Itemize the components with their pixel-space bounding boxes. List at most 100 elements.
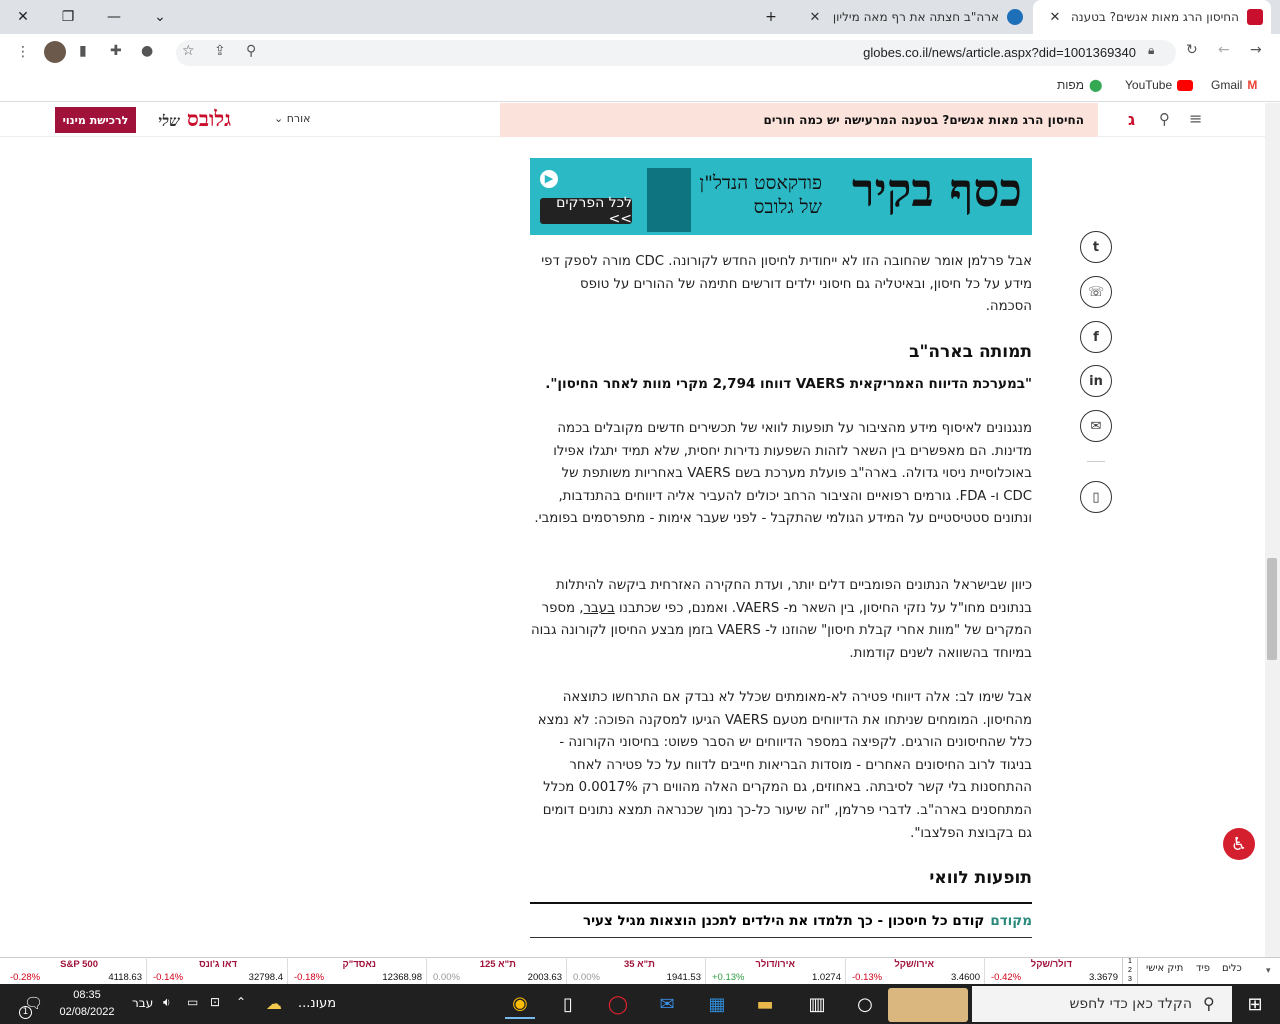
mail-icon[interactable]: ✉ xyxy=(652,989,682,1019)
extensions-icon[interactable]: ✚ xyxy=(110,43,122,59)
bookmark-star-icon[interactable]: ☆ xyxy=(182,43,195,59)
market-value: 4118.63 xyxy=(108,972,142,983)
market-change: -0.13% xyxy=(852,972,883,983)
back-icon[interactable]: → xyxy=(1250,42,1262,58)
related-article-link[interactable]: מקודם קודם כל חיסכון - כך תלמדו את הילדי… xyxy=(530,902,1032,938)
new-tab-icon[interactable]: + xyxy=(748,0,794,34)
bookmark-save-icon[interactable]: ▯ xyxy=(1080,481,1112,513)
market-item[interactable]: S&P 500 -0.28% 4118.63 xyxy=(4,957,146,984)
banner-subtitle: של גלובס xyxy=(753,196,822,218)
logo-tag: שלי xyxy=(158,112,180,130)
minimize-window-icon[interactable]: — xyxy=(91,0,137,34)
microsoft-store-icon[interactable]: ▦ xyxy=(702,989,732,1019)
market-value: 32798.4 xyxy=(248,972,283,983)
volume-icon[interactable]: 🔉︎ xyxy=(163,995,171,1010)
globes-small-logo-icon[interactable]: ג xyxy=(1128,110,1135,129)
tab-close-icon[interactable]: ✕ xyxy=(807,10,823,25)
taskbar-clock[interactable]: 08:35 02/08/2022 xyxy=(55,987,119,1021)
tray-chevron-icon[interactable]: ⌃ xyxy=(236,995,246,1009)
linkedin-share-icon[interactable]: in xyxy=(1080,365,1112,397)
menu-dots-icon[interactable]: ⋮ xyxy=(16,44,30,60)
market-change: 0.00% xyxy=(573,972,600,983)
language-indicator[interactable]: עבר xyxy=(132,996,153,1010)
weather-text[interactable]: מעונ... xyxy=(298,996,336,1011)
maps-icon: ⬤ xyxy=(1088,78,1103,92)
forward-icon: ← xyxy=(1218,42,1230,58)
market-pager[interactable]: 1 2 3 xyxy=(1122,957,1138,984)
subscribe-button[interactable]: לרכישת מינוי xyxy=(55,107,136,133)
side-panel-icon[interactable]: ▮ xyxy=(79,43,87,59)
globes-favicon-icon xyxy=(1247,9,1263,25)
market-value: 2003.63 xyxy=(527,972,562,983)
market-value: 1941.53 xyxy=(666,972,701,983)
tab-search-icon[interactable]: ⌄ xyxy=(137,0,183,34)
weather-icon[interactable]: ☁ xyxy=(266,994,282,1013)
podcast-banner[interactable]: כסף בקיר פודקאסט הנדל"ן של גלובס לכל הפר… xyxy=(530,158,1032,235)
market-item[interactable]: ת"א 35 0.00% 1941.53 xyxy=(566,957,705,984)
pager-item[interactable]: 1 xyxy=(1123,957,1137,966)
twitter-share-icon[interactable]: t xyxy=(1080,231,1112,263)
clock-date: 02/08/2022 xyxy=(59,1006,115,1018)
pager-item[interactable]: 2 xyxy=(1123,966,1137,975)
share-page-icon[interactable]: ⇪ xyxy=(214,43,226,59)
task-view-icon[interactable]: ▥ xyxy=(802,989,832,1019)
network-icon[interactable]: ▭ xyxy=(187,995,198,1009)
tab-usa-vaccine[interactable]: ארה"ב חצתה את רף מאה מיליון ✕ xyxy=(795,0,1031,34)
chrome-icon[interactable]: ◉ xyxy=(505,989,535,1019)
bookmark-maps[interactable]: מפות ⬤ xyxy=(1057,78,1102,92)
accessibility-icon[interactable]: ♿︎ xyxy=(1223,828,1255,860)
market-item[interactable]: דאו ג'ונס -0.14% 32798.4 xyxy=(146,957,287,984)
guest-menu[interactable]: אורח ⌄ xyxy=(274,112,310,125)
globes-logo[interactable]: גלובס שלי xyxy=(158,106,231,132)
lock-icon[interactable]: 🔒︎ xyxy=(1148,43,1154,58)
market-item[interactable]: נאסד"ק -0.18% 12368.98 xyxy=(287,957,426,984)
bookmark-label: Gmail xyxy=(1211,78,1243,92)
extension-icon[interactable]: ● xyxy=(141,43,153,59)
taskbar-search[interactable]: הקלד כאן כדי לחפש xyxy=(972,986,1232,1022)
market-item[interactable]: ת"א 125 0.00% 2003.63 xyxy=(426,957,566,984)
market-scroll-right-icon[interactable]: ▾ xyxy=(1266,966,1271,976)
market-tab[interactable]: פיד xyxy=(1196,963,1210,974)
market-item[interactable]: אירו/שקל -0.13% 3.4600 xyxy=(845,957,984,984)
email-share-icon[interactable]: ✉ xyxy=(1080,410,1112,442)
page-scrollbar[interactable] xyxy=(1265,103,1280,983)
whatsapp-share-icon[interactable]: ☏ xyxy=(1080,276,1112,308)
zoom-icon[interactable]: ⚲ xyxy=(246,43,256,59)
url-text[interactable]: globes.co.il/news/article.aspx?did=10013… xyxy=(863,45,1136,60)
cortana-icon[interactable]: ○ xyxy=(850,989,880,1019)
market-change: -0.14% xyxy=(153,972,184,983)
opera-icon[interactable]: ◯ xyxy=(603,989,633,1019)
facebook-share-icon[interactable]: f xyxy=(1080,321,1112,353)
notification-count-badge: 1 xyxy=(19,1006,32,1019)
market-change: +0.13% xyxy=(712,972,745,983)
tab-globes-article[interactable]: החיסון הרג מאות אנשים? בטענה ✕ xyxy=(1033,0,1271,34)
market-name: ת"א 125 xyxy=(479,959,516,970)
restore-window-icon[interactable]: ❐ xyxy=(45,0,91,34)
market-item[interactable]: אירו/דולר +0.13% 1.0274 xyxy=(705,957,845,984)
pager-item[interactable]: 3 xyxy=(1123,975,1137,984)
bookmark-youtube[interactable]: YouTube xyxy=(1125,78,1194,92)
banner-episodes-button[interactable]: לכל הפרקים >> xyxy=(540,195,632,227)
reload-icon[interactable]: ↻ xyxy=(1186,42,1198,58)
market-tab[interactable]: תיק אישי xyxy=(1146,963,1183,974)
profile-avatar[interactable] xyxy=(44,41,66,63)
market-item[interactable]: דולר/שקל -0.42% 3.3679 xyxy=(984,957,1122,984)
market-tab[interactable]: כלים xyxy=(1222,963,1242,974)
search-placeholder: הקלד כאן כדי לחפש xyxy=(1069,996,1192,1012)
file-icon[interactable]: ▯ xyxy=(553,989,583,1019)
meet-now-icon[interactable]: ⊡ xyxy=(210,995,220,1009)
headline-ticker[interactable]: החיסון הרג מאות אנשים? בטענה המרעישה יש … xyxy=(500,103,1098,137)
close-window-icon[interactable]: ✕ xyxy=(0,0,46,34)
search-icon[interactable]: ⚲ xyxy=(1159,110,1170,128)
windows-start-icon[interactable]: ⊞ xyxy=(1240,989,1270,1019)
market-change: -0.18% xyxy=(294,972,325,983)
file-explorer-icon[interactable]: ▬ xyxy=(750,989,780,1019)
bookmark-label: YouTube xyxy=(1125,78,1173,92)
search-highlight-image[interactable] xyxy=(888,988,968,1022)
bookmark-gmail[interactable]: Gmail M xyxy=(1211,78,1257,92)
hamburger-menu-icon[interactable]: ≡ xyxy=(1189,109,1202,128)
scrollbar-thumb[interactable] xyxy=(1267,558,1277,660)
tab-close-icon[interactable]: ✕ xyxy=(1047,10,1063,25)
market-name: נאסד"ק xyxy=(342,959,376,970)
article-inline-link[interactable]: בעבר xyxy=(584,601,615,616)
